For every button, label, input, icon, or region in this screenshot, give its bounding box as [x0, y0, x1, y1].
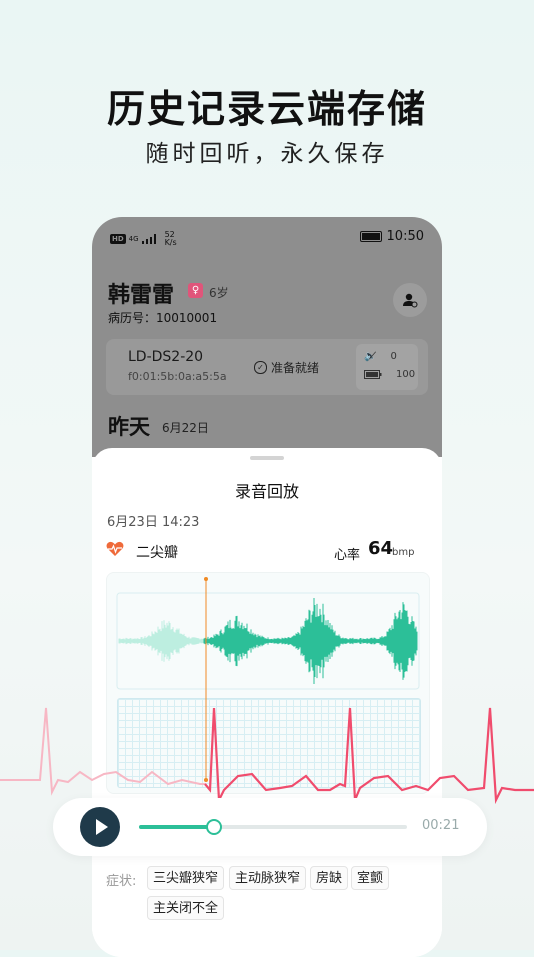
progress-track[interactable]	[139, 819, 407, 835]
sheet-title: 录音回放	[234, 482, 299, 501]
hd-badge: HD	[110, 234, 126, 244]
symptom-tag: 主关闭不全	[147, 896, 225, 920]
diagnosis-label: 二尖瓣	[136, 545, 178, 561]
check-circle-icon: ✓	[254, 361, 267, 374]
patient-name: 韩雷雷	[108, 283, 175, 308]
status-bar: HD 4G 52 K/s 10:50	[110, 229, 424, 249]
device-status-label: 准备就绪	[271, 361, 320, 375]
heart-rate-label: 心率	[334, 548, 361, 563]
hero-title: 历史记录云端存储	[106, 87, 427, 131]
symptom-tag: 室颤	[351, 866, 390, 890]
device-mac: f0:01:5b:0a:a5:5a	[128, 370, 227, 383]
sheet-handle[interactable]	[250, 456, 284, 460]
heart-rate-value: 64	[368, 538, 394, 559]
battery-value: 100	[396, 369, 416, 380]
progress-fill	[139, 825, 215, 829]
user-settings-icon	[403, 293, 418, 308]
symptom-tag: 主动脉狭窄	[229, 866, 307, 890]
network-type: 4G	[128, 234, 139, 243]
hero-subtitle: 随时回听，永久保存	[145, 141, 389, 167]
battery-level-icon	[364, 370, 382, 379]
audio-waveform[interactable]	[107, 573, 429, 693]
symptom-tag: 房缺	[310, 866, 349, 890]
device-name: LD-DS2-20	[128, 349, 204, 365]
elapsed-time: 00:21	[422, 818, 460, 833]
heart-pulse-icon	[106, 541, 124, 556]
female-icon: ♀	[188, 283, 203, 298]
mute-icon: 🔈̸	[364, 351, 377, 362]
progress-thumb[interactable]	[206, 819, 223, 835]
clock: 10:50	[386, 229, 424, 244]
audio-player: 00:21	[53, 798, 487, 856]
dimmed-background: HD 4G 52 K/s 10:50 韩雷雷 ♀ 6岁 病历号：10010001 …	[92, 217, 442, 457]
symptoms-label: 症状:	[106, 874, 137, 889]
network-speed: 52 K/s	[164, 230, 177, 247]
heart-rate-unit: bmp	[392, 547, 415, 558]
record-number: 病历号：10010001	[108, 311, 218, 325]
device-stats: 🔈̸ 0 100	[356, 344, 418, 390]
patient-age: 6岁	[209, 286, 229, 300]
play-icon	[95, 819, 108, 835]
history-section-title: 昨天	[108, 415, 150, 439]
symptom-tag: 三尖瓣狭窄	[147, 866, 225, 890]
recording-time: 6月23日 14:23	[107, 515, 200, 530]
ecg-trace	[0, 707, 534, 805]
battery-icon	[359, 231, 382, 242]
device-card[interactable]: LD-DS2-20 f0:01:5b:0a:a5:5a ✓ 准备就绪 🔈̸ 0 …	[106, 339, 428, 395]
play-button[interactable]	[80, 807, 120, 847]
signal-icon	[141, 234, 156, 244]
volume-value: 0	[390, 351, 397, 362]
history-section-date: 6月22日	[162, 421, 209, 435]
patient-profile-button[interactable]	[393, 283, 427, 317]
device-status: ✓ 准备就绪	[254, 359, 319, 376]
